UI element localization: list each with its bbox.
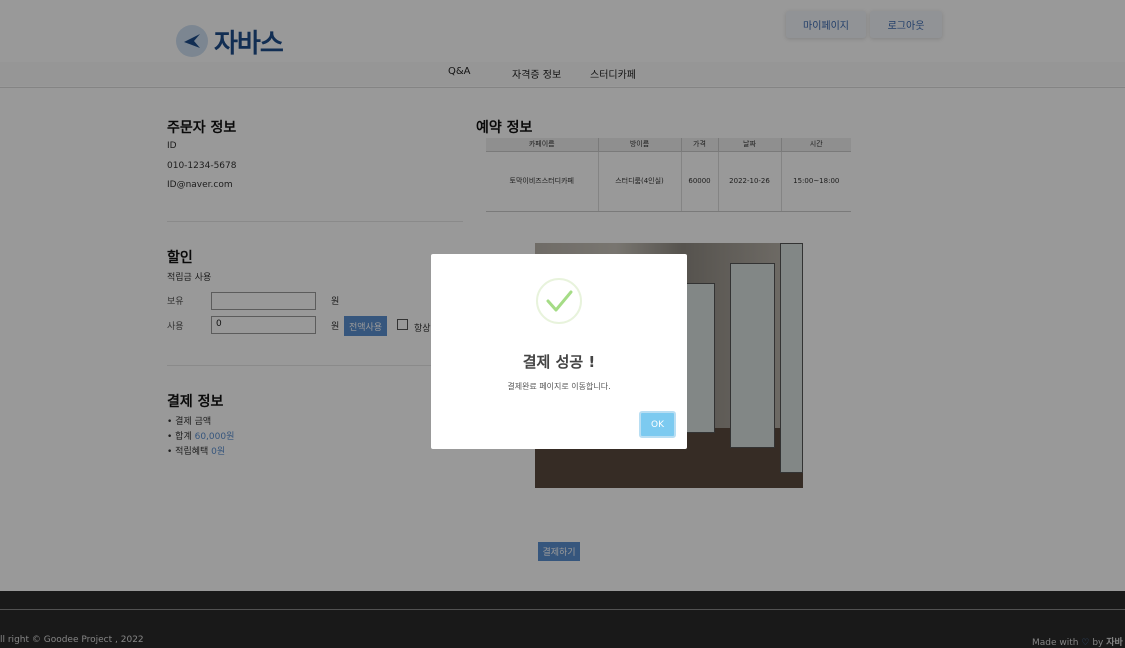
dialog-title: 결제 성공 ! (522, 353, 596, 371)
payment-success-dialog: 결제 성공 ! 결제완료 페이지로 이동합니다. OK (431, 254, 687, 449)
ok-button[interactable]: OK (639, 411, 676, 438)
success-check-icon (536, 278, 582, 324)
dialog-message: 결제완료 페이지로 이동합니다. (507, 382, 611, 391)
